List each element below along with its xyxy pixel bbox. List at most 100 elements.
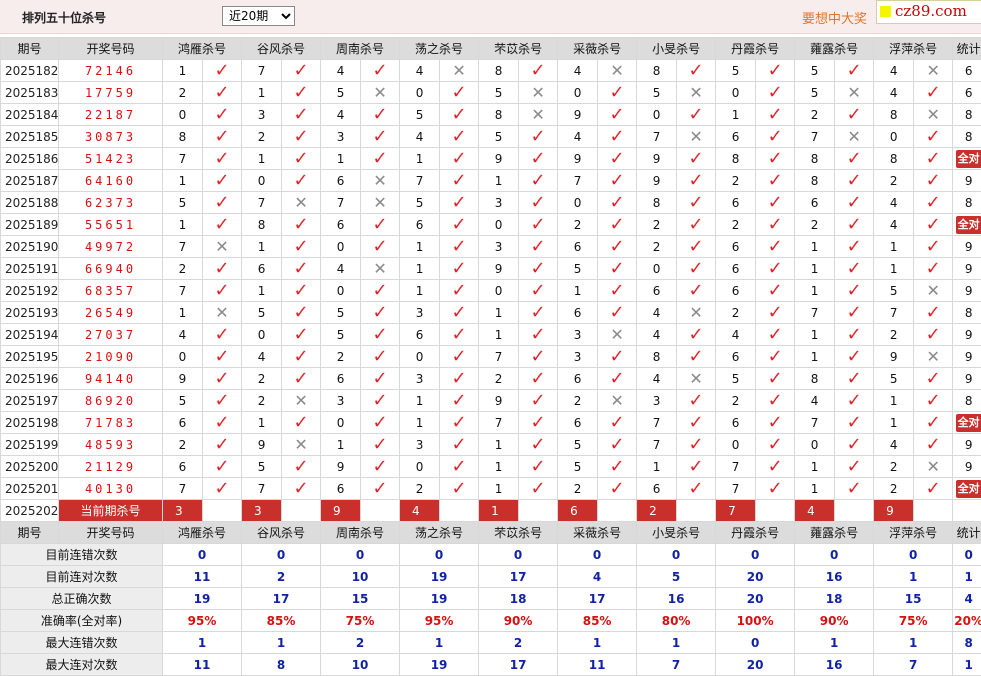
check-icon: ✓ [756,104,795,126]
current-kill-gap [756,500,795,522]
check-icon: ✓ [282,126,321,148]
draw-number-cell[interactable]: 48593 [59,434,163,456]
draw-number-cell[interactable]: 72146 [59,60,163,82]
check-icon: ✓ [203,434,242,456]
draw-number-cell[interactable]: 27037 [59,324,163,346]
stat-cell: 9 [953,434,981,456]
kill-number-cell: 1 [795,280,835,302]
kill-number-cell: 9 [637,148,677,170]
current-period-cell: 2025202 [1,500,59,522]
period-cell: 2025197 [1,390,59,412]
col-header-expert: 采薇杀号 [558,38,637,60]
table-row: 2025200211296✓5✓9✓0✓1✓5✓1✓7✓1✓2✕9 [1,456,981,478]
table-row: 2025189556511✓8✓6✓6✓0✓2✓2✓2✓2✓4✓全对 [1,214,981,236]
check-icon: ✓ [677,280,716,302]
current-kill-gap [677,500,716,522]
draw-number-cell[interactable]: 66940 [59,258,163,280]
table-row: 2025197869205✓2✕3✓1✓9✓2✕3✓2✓4✓1✓8 [1,390,981,412]
check-icon: ✓ [361,280,400,302]
check-icon: ✓ [203,346,242,368]
kill-number-cell: 6 [321,214,361,236]
current-period-row: 2025202当前期杀号3394162749 [1,500,981,522]
col-header-expert: 鸿雁杀号 [163,522,242,544]
kill-number-cell: 5 [321,302,361,324]
check-icon: ✓ [756,324,795,346]
kill-number-cell: 1 [637,456,677,478]
summary-row: 最大连错次数11212110118 [1,632,981,654]
summary-row: 目前连错次数00000000000 [1,544,981,566]
draw-number-cell[interactable]: 64160 [59,170,163,192]
check-icon: ✓ [598,236,637,258]
draw-number-cell[interactable]: 94140 [59,368,163,390]
current-kill-gap [835,500,874,522]
kill-number-cell: 5 [558,456,598,478]
check-icon: ✓ [756,192,795,214]
site-logo[interactable]: cz89.com [876,0,981,24]
check-icon: ✓ [361,368,400,390]
period-range-select[interactable]: 近20期 [222,6,295,26]
col-header-expert: 浮萍杀号 [874,522,953,544]
draw-number-cell[interactable]: 86920 [59,390,163,412]
cross-icon: ✕ [914,60,953,82]
draw-number-cell[interactable]: 21129 [59,456,163,478]
ad-link[interactable]: 要想中大奖 [802,8,867,27]
summary-value: 11 [558,654,637,676]
kill-number-cell: 6 [242,258,282,280]
kill-number-cell: 7 [163,478,203,500]
check-icon: ✓ [756,302,795,324]
draw-number-cell[interactable]: 40130 [59,478,163,500]
check-icon: ✓ [361,148,400,170]
check-icon: ✓ [835,346,874,368]
check-icon: ✓ [361,214,400,236]
kill-number-cell: 8 [242,214,282,236]
kill-number-cell: 1 [321,148,361,170]
check-icon: ✓ [519,192,558,214]
kill-number-cell: 0 [400,346,440,368]
check-icon: ✓ [598,368,637,390]
check-icon: ✓ [361,126,400,148]
kill-number-cell: 7 [242,192,282,214]
kill-number-cell: 6 [163,456,203,478]
draw-number-cell[interactable]: 71783 [59,412,163,434]
check-icon: ✓ [677,192,716,214]
stat-cell: 8 [953,390,981,412]
draw-number-cell[interactable]: 30873 [59,126,163,148]
summary-value: 75% [321,610,400,632]
kill-number-cell: 2 [242,368,282,390]
col-header-expert: 鸿雁杀号 [163,38,242,60]
check-icon: ✓ [914,236,953,258]
draw-number-cell[interactable]: 55651 [59,214,163,236]
summary-value: 2 [321,632,400,654]
kill-number-cell: 3 [400,302,440,324]
draw-number-cell[interactable]: 26549 [59,302,163,324]
col-header-expert: 丹霞杀号 [716,522,795,544]
summary-label: 目前连对次数 [1,566,163,588]
draw-number-cell[interactable]: 62373 [59,192,163,214]
stat-cell: 9 [953,456,981,478]
summary-value: 20 [716,654,795,676]
summary-value: 18 [479,588,558,610]
cross-icon: ✕ [282,434,321,456]
check-icon: ✓ [835,214,874,236]
draw-number-cell[interactable]: 49972 [59,236,163,258]
kill-number-cell: 1 [479,302,519,324]
check-icon: ✓ [361,236,400,258]
stat-cell: 8 [953,104,981,126]
check-icon: ✓ [756,412,795,434]
period-cell: 2025186 [1,148,59,170]
draw-number-cell[interactable]: 68357 [59,280,163,302]
check-icon: ✓ [440,324,479,346]
draw-number-cell[interactable]: 51423 [59,148,163,170]
kill-number-cell: 5 [558,258,598,280]
col-header-draw: 开奖号码 [59,38,163,60]
check-icon: ✓ [677,258,716,280]
check-icon: ✓ [835,390,874,412]
cross-icon: ✕ [914,456,953,478]
kill-number-cell: 0 [321,412,361,434]
draw-number-cell[interactable]: 17759 [59,82,163,104]
summary-value: 17 [479,566,558,588]
cross-icon: ✕ [677,302,716,324]
kill-number-cell: 4 [716,324,756,346]
draw-number-cell[interactable]: 21090 [59,346,163,368]
draw-number-cell[interactable]: 22187 [59,104,163,126]
